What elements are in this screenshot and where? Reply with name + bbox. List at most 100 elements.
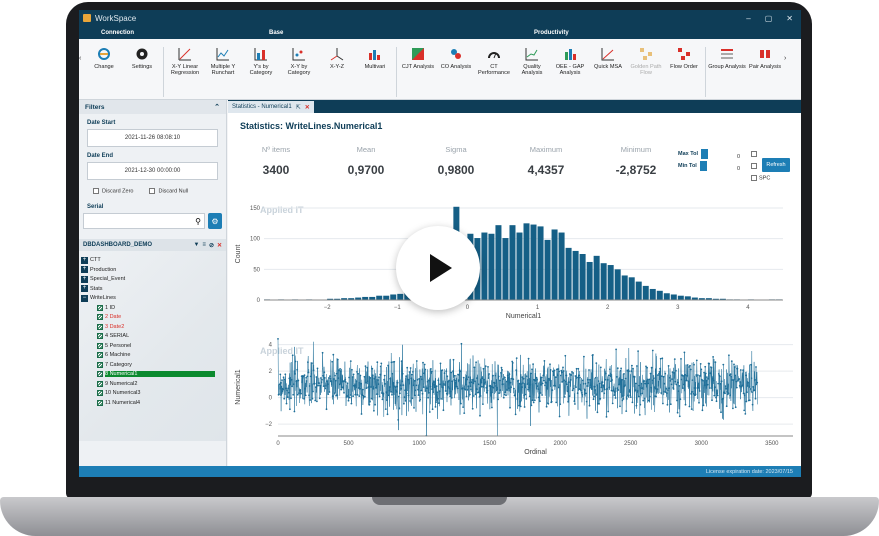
data-point bbox=[629, 394, 632, 397]
play-video-button[interactable] bbox=[396, 226, 480, 310]
data-point bbox=[436, 391, 439, 394]
data-point bbox=[659, 367, 661, 370]
settings-button[interactable]: Settings bbox=[123, 47, 161, 70]
flow-order-button[interactable]: Flow Order bbox=[665, 47, 703, 70]
tree-table[interactable]: − WriteLines bbox=[81, 293, 224, 303]
minimize-button[interactable]: – bbox=[746, 14, 750, 23]
min-tol-spinner[interactable] bbox=[699, 161, 707, 171]
max-tol-spinner[interactable] bbox=[701, 149, 709, 159]
data-point bbox=[279, 382, 282, 384]
filters-header[interactable]: Filters ⌃ bbox=[79, 100, 226, 114]
oee-gap-analysis-button[interactable]: OEE - GAP Analysis bbox=[551, 47, 589, 77]
tree-field[interactable]: 4 SERIAL bbox=[81, 331, 224, 341]
min-tol-value[interactable]: 0 bbox=[737, 163, 740, 175]
data-point bbox=[585, 392, 588, 395]
data-point bbox=[282, 376, 285, 379]
data-point bbox=[683, 351, 686, 354]
xyz-button[interactable]: X-Y-Z bbox=[318, 47, 356, 70]
tree-table[interactable]: + Special_Event bbox=[81, 274, 224, 284]
date-end-field[interactable]: 2021-12-30 00:00:00 bbox=[87, 162, 218, 180]
multiple-y-runchart-button[interactable]: Multiple Y Runchart bbox=[204, 47, 242, 77]
tree-table[interactable]: + Stats bbox=[81, 284, 224, 294]
tree-field[interactable]: 11 Numerical4 bbox=[81, 398, 224, 408]
data-point bbox=[588, 404, 591, 407]
pair-analysis-button[interactable]: Pair Analysis bbox=[746, 47, 784, 70]
data-point bbox=[525, 398, 528, 400]
ys-by-category-button[interactable]: Y's by Category bbox=[242, 47, 280, 77]
tree-field[interactable]: 1 ID bbox=[81, 303, 224, 313]
golden-path-icon bbox=[639, 47, 653, 61]
serial-options-button[interactable]: ⚙ bbox=[208, 213, 222, 230]
data-point bbox=[556, 374, 559, 377]
collapse-icon[interactable]: ⌃ bbox=[214, 103, 220, 111]
tree-field[interactable]: 6 Machine bbox=[81, 350, 224, 360]
multivari-button[interactable]: Multivari bbox=[356, 47, 394, 70]
data-point bbox=[434, 386, 436, 389]
tree-field[interactable]: 5 Personel bbox=[81, 341, 224, 351]
data-point bbox=[752, 386, 755, 388]
refresh-button[interactable]: Refresh bbox=[762, 158, 790, 172]
data-point bbox=[629, 396, 632, 398]
data-point bbox=[327, 377, 330, 379]
date-start-field[interactable]: 2021-11-26 08:08:10 bbox=[87, 129, 218, 147]
cjt-analysis-button[interactable]: CJT Analysis bbox=[399, 47, 437, 70]
data-point bbox=[428, 379, 431, 382]
tree-table[interactable]: + Production bbox=[81, 265, 224, 275]
group-analysis-button[interactable]: Group Analysis bbox=[708, 47, 746, 70]
data-point bbox=[528, 395, 531, 398]
change-button[interactable]: Change bbox=[85, 47, 123, 70]
tree-field[interactable]: 2 Date bbox=[81, 312, 224, 322]
maximize-button[interactable]: ▢ bbox=[765, 14, 773, 23]
tree-field[interactable]: 3 Date2 bbox=[81, 322, 224, 332]
data-point bbox=[641, 392, 644, 395]
close-button[interactable]: ✕ bbox=[786, 14, 793, 23]
delete-icon[interactable]: ✕ bbox=[217, 242, 222, 249]
tree-field[interactable]: 7 Category bbox=[81, 360, 224, 370]
tab-statistics[interactable]: Statistics - Numerical1 ⇱ ✕ bbox=[228, 101, 314, 113]
data-point bbox=[746, 391, 748, 394]
tree-table[interactable]: + CTT bbox=[81, 255, 224, 265]
data-point bbox=[534, 379, 537, 382]
co-analysis-button[interactable]: CO Analysis bbox=[437, 47, 475, 70]
data-point bbox=[558, 415, 561, 418]
data-point bbox=[369, 377, 372, 379]
xy-linear-regression-button[interactable]: X-Y Linear Regression bbox=[166, 47, 204, 77]
data-point bbox=[651, 349, 654, 352]
data-point bbox=[532, 401, 535, 404]
quick-msa-button[interactable]: Quick MSA bbox=[589, 47, 627, 70]
discard-zero-checkbox[interactable]: Discard Zero bbox=[93, 188, 133, 194]
ribbon-scroll-right-icon[interactable]: › bbox=[784, 55, 786, 62]
data-point bbox=[419, 398, 422, 401]
search-icon[interactable]: ⚲ bbox=[195, 217, 201, 226]
data-point bbox=[684, 374, 686, 376]
data-point bbox=[388, 389, 391, 392]
data-point bbox=[311, 362, 313, 365]
filter-icon[interactable]: ▼ bbox=[193, 242, 199, 249]
serial-input[interactable]: ⚲ bbox=[83, 213, 205, 230]
popout-icon[interactable]: ⇱ bbox=[296, 104, 301, 111]
max-tol-value[interactable]: 0 bbox=[737, 151, 740, 163]
close-tab-icon[interactable]: ✕ bbox=[305, 104, 310, 111]
clear-filter-icon[interactable]: ⊘ bbox=[209, 242, 214, 249]
data-point bbox=[662, 402, 664, 405]
golden-path-flow-button[interactable]: Golden Path Flow bbox=[627, 47, 665, 77]
data-point bbox=[707, 377, 709, 380]
sort-icon[interactable]: ≡ bbox=[202, 242, 206, 249]
data-point bbox=[594, 389, 597, 391]
quality-analysis-button[interactable]: Quality Analysis bbox=[513, 47, 551, 77]
tree-field-selected[interactable]: 8 Numerical1 bbox=[81, 369, 224, 379]
data-point bbox=[747, 381, 749, 384]
tree-field[interactable]: 10 Numerical3 bbox=[81, 388, 224, 398]
ct-performance-button[interactable]: CT Performance bbox=[475, 47, 513, 77]
data-point bbox=[474, 380, 476, 383]
data-point bbox=[325, 385, 327, 387]
xy-by-category-button[interactable]: X-Y by Category bbox=[280, 47, 318, 77]
data-point bbox=[755, 383, 758, 386]
discard-null-checkbox[interactable]: Discard Null bbox=[149, 188, 188, 194]
data-point bbox=[450, 397, 453, 399]
spc-checkbox[interactable]: SPC bbox=[751, 175, 770, 187]
data-point bbox=[485, 391, 488, 394]
tree-field[interactable]: 9 Numerical2 bbox=[81, 379, 224, 389]
data-point bbox=[633, 376, 636, 378]
data-point bbox=[430, 370, 433, 373]
